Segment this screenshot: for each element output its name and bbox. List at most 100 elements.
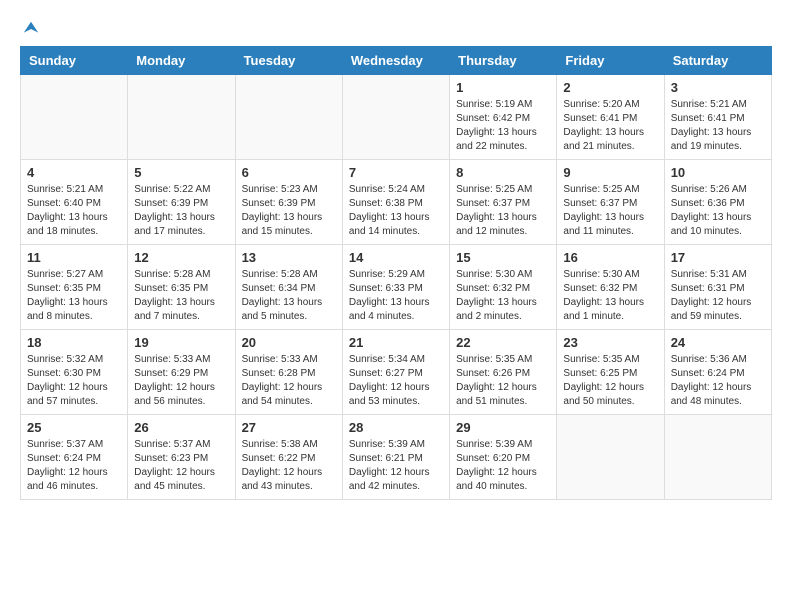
calendar-week-row: 4 Sunrise: 5:21 AMSunset: 6:40 PMDaylight… bbox=[21, 160, 772, 245]
day-number: 10 bbox=[671, 165, 765, 180]
day-number: 19 bbox=[134, 335, 228, 350]
day-info: Sunrise: 5:35 AMSunset: 6:26 PMDaylight:… bbox=[456, 353, 550, 409]
calendar-cell: 7Sunrise: 5:24 AMSunset: 6:38 PMDaylight… bbox=[342, 160, 449, 245]
day-info: Sunrise: 5:39 AMSunset: 6:21 PMDaylight:… bbox=[349, 438, 443, 494]
day-number: 16 bbox=[563, 250, 657, 265]
day-info: Sunrise: 5:27 AMSunset: 6:35 PMDaylight:… bbox=[27, 268, 121, 324]
calendar-cell: 1 Sunrise: 5:19 AMSunset: 6:42 PMDaylight… bbox=[450, 75, 557, 160]
calendar-cell: 23 Sunrise: 5:35 AMSunset: 6:25 PMDayligh… bbox=[557, 330, 664, 415]
day-number: 23 bbox=[563, 335, 657, 350]
day-number: 3 bbox=[671, 80, 765, 95]
day-number: 9 bbox=[563, 165, 657, 180]
day-of-week-header: Tuesday bbox=[235, 47, 342, 75]
calendar-cell: 25Sunrise: 5:37 AMSunset: 6:24 PMDayligh… bbox=[21, 415, 128, 500]
calendar-cell: 5 Sunrise: 5:22 AMSunset: 6:39 PMDaylight… bbox=[128, 160, 235, 245]
day-number: 6 bbox=[242, 165, 336, 180]
day-info: Sunrise: 5:34 AMSunset: 6:27 PMDaylight:… bbox=[349, 353, 443, 409]
calendar-cell: 2 Sunrise: 5:20 AMSunset: 6:41 PMDaylight… bbox=[557, 75, 664, 160]
day-number: 26 bbox=[134, 420, 228, 435]
calendar-cell: 13Sunrise: 5:28 AMSunset: 6:34 PMDayligh… bbox=[235, 245, 342, 330]
day-number: 20 bbox=[242, 335, 336, 350]
calendar-cell: 12Sunrise: 5:28 AMSunset: 6:35 PMDayligh… bbox=[128, 245, 235, 330]
calendar-header-row: SundayMondayTuesdayWednesdayThursdayFrid… bbox=[21, 47, 772, 75]
header bbox=[20, 20, 772, 36]
day-info: Sunrise: 5:37 AMSunset: 6:23 PMDaylight:… bbox=[134, 438, 228, 494]
day-info: Sunrise: 5:23 AMSunset: 6:39 PMDaylight:… bbox=[242, 183, 336, 239]
day-info: Sunrise: 5:37 AMSunset: 6:24 PMDaylight:… bbox=[27, 438, 121, 494]
calendar-cell: 21 Sunrise: 5:34 AMSunset: 6:27 PMDayligh… bbox=[342, 330, 449, 415]
day-info: Sunrise: 5:19 AMSunset: 6:42 PMDaylight:… bbox=[456, 98, 550, 154]
calendar-cell: 19 Sunrise: 5:33 AMSunset: 6:29 PMDayligh… bbox=[128, 330, 235, 415]
day-number: 18 bbox=[27, 335, 121, 350]
calendar-cell: 3 Sunrise: 5:21 AMSunset: 6:41 PMDaylight… bbox=[664, 75, 771, 160]
calendar-week-row: 25Sunrise: 5:37 AMSunset: 6:24 PMDayligh… bbox=[21, 415, 772, 500]
day-number: 12 bbox=[134, 250, 228, 265]
day-of-week-header: Friday bbox=[557, 47, 664, 75]
calendar-cell bbox=[557, 415, 664, 500]
day-info: Sunrise: 5:38 AMSunset: 6:22 PMDaylight:… bbox=[242, 438, 336, 494]
day-number: 14 bbox=[349, 250, 443, 265]
day-number: 11 bbox=[27, 250, 121, 265]
calendar-cell: 29 Sunrise: 5:39 AMSunset: 6:20 PMDayligh… bbox=[450, 415, 557, 500]
day-info: Sunrise: 5:31 AMSunset: 6:31 PMDaylight:… bbox=[671, 268, 765, 324]
calendar-week-row: 18 Sunrise: 5:32 AMSunset: 6:30 PMDayligh… bbox=[21, 330, 772, 415]
day-of-week-header: Wednesday bbox=[342, 47, 449, 75]
calendar-cell: 18 Sunrise: 5:32 AMSunset: 6:30 PMDayligh… bbox=[21, 330, 128, 415]
day-number: 5 bbox=[134, 165, 228, 180]
day-number: 2 bbox=[563, 80, 657, 95]
day-number: 4 bbox=[27, 165, 121, 180]
day-of-week-header: Saturday bbox=[664, 47, 771, 75]
day-number: 15 bbox=[456, 250, 550, 265]
calendar-table: SundayMondayTuesdayWednesdayThursdayFrid… bbox=[20, 46, 772, 500]
calendar-cell: 28 Sunrise: 5:39 AMSunset: 6:21 PMDayligh… bbox=[342, 415, 449, 500]
calendar-cell: 24 Sunrise: 5:36 AMSunset: 6:24 PMDayligh… bbox=[664, 330, 771, 415]
day-info: Sunrise: 5:32 AMSunset: 6:30 PMDaylight:… bbox=[27, 353, 121, 409]
day-number: 1 bbox=[456, 80, 550, 95]
day-number: 28 bbox=[349, 420, 443, 435]
calendar-cell: 17 Sunrise: 5:31 AMSunset: 6:31 PMDayligh… bbox=[664, 245, 771, 330]
calendar-cell bbox=[342, 75, 449, 160]
day-number: 29 bbox=[456, 420, 550, 435]
day-info: Sunrise: 5:25 AMSunset: 6:37 PMDaylight:… bbox=[563, 183, 657, 239]
day-number: 22 bbox=[456, 335, 550, 350]
day-info: Sunrise: 5:33 AMSunset: 6:28 PMDaylight:… bbox=[242, 353, 336, 409]
day-info: Sunrise: 5:21 AMSunset: 6:41 PMDaylight:… bbox=[671, 98, 765, 154]
day-info: Sunrise: 5:25 AMSunset: 6:37 PMDaylight:… bbox=[456, 183, 550, 239]
day-info: Sunrise: 5:30 AMSunset: 6:32 PMDaylight:… bbox=[563, 268, 657, 324]
day-number: 13 bbox=[242, 250, 336, 265]
calendar-cell: 9 Sunrise: 5:25 AMSunset: 6:37 PMDaylight… bbox=[557, 160, 664, 245]
day-number: 7 bbox=[349, 165, 443, 180]
calendar-cell: 26 Sunrise: 5:37 AMSunset: 6:23 PMDayligh… bbox=[128, 415, 235, 500]
day-info: Sunrise: 5:39 AMSunset: 6:20 PMDaylight:… bbox=[456, 438, 550, 494]
calendar-cell: 6 Sunrise: 5:23 AMSunset: 6:39 PMDaylight… bbox=[235, 160, 342, 245]
calendar-cell: 10 Sunrise: 5:26 AMSunset: 6:36 PMDayligh… bbox=[664, 160, 771, 245]
calendar-cell: 16 Sunrise: 5:30 AMSunset: 6:32 PMDayligh… bbox=[557, 245, 664, 330]
logo bbox=[20, 20, 40, 36]
day-info: Sunrise: 5:20 AMSunset: 6:41 PMDaylight:… bbox=[563, 98, 657, 154]
day-info: Sunrise: 5:33 AMSunset: 6:29 PMDaylight:… bbox=[134, 353, 228, 409]
day-number: 21 bbox=[349, 335, 443, 350]
day-of-week-header: Monday bbox=[128, 47, 235, 75]
calendar-cell: 27Sunrise: 5:38 AMSunset: 6:22 PMDayligh… bbox=[235, 415, 342, 500]
calendar-week-row: 1 Sunrise: 5:19 AMSunset: 6:42 PMDaylight… bbox=[21, 75, 772, 160]
day-info: Sunrise: 5:30 AMSunset: 6:32 PMDaylight:… bbox=[456, 268, 550, 324]
calendar-cell bbox=[128, 75, 235, 160]
day-number: 8 bbox=[456, 165, 550, 180]
calendar-cell bbox=[21, 75, 128, 160]
day-info: Sunrise: 5:26 AMSunset: 6:36 PMDaylight:… bbox=[671, 183, 765, 239]
calendar-cell: 20 Sunrise: 5:33 AMSunset: 6:28 PMDayligh… bbox=[235, 330, 342, 415]
calendar-cell: 15 Sunrise: 5:30 AMSunset: 6:32 PMDayligh… bbox=[450, 245, 557, 330]
day-info: Sunrise: 5:29 AMSunset: 6:33 PMDaylight:… bbox=[349, 268, 443, 324]
day-number: 24 bbox=[671, 335, 765, 350]
day-info: Sunrise: 5:36 AMSunset: 6:24 PMDaylight:… bbox=[671, 353, 765, 409]
day-info: Sunrise: 5:22 AMSunset: 6:39 PMDaylight:… bbox=[134, 183, 228, 239]
calendar-cell: 11 Sunrise: 5:27 AMSunset: 6:35 PMDayligh… bbox=[21, 245, 128, 330]
day-number: 17 bbox=[671, 250, 765, 265]
day-info: Sunrise: 5:21 AMSunset: 6:40 PMDaylight:… bbox=[27, 183, 121, 239]
logo-bird-icon bbox=[22, 20, 40, 38]
calendar-cell bbox=[235, 75, 342, 160]
day-info: Sunrise: 5:35 AMSunset: 6:25 PMDaylight:… bbox=[563, 353, 657, 409]
calendar-cell: 14 Sunrise: 5:29 AMSunset: 6:33 PMDayligh… bbox=[342, 245, 449, 330]
calendar-cell: 4 Sunrise: 5:21 AMSunset: 6:40 PMDaylight… bbox=[21, 160, 128, 245]
calendar-cell: 22 Sunrise: 5:35 AMSunset: 6:26 PMDayligh… bbox=[450, 330, 557, 415]
